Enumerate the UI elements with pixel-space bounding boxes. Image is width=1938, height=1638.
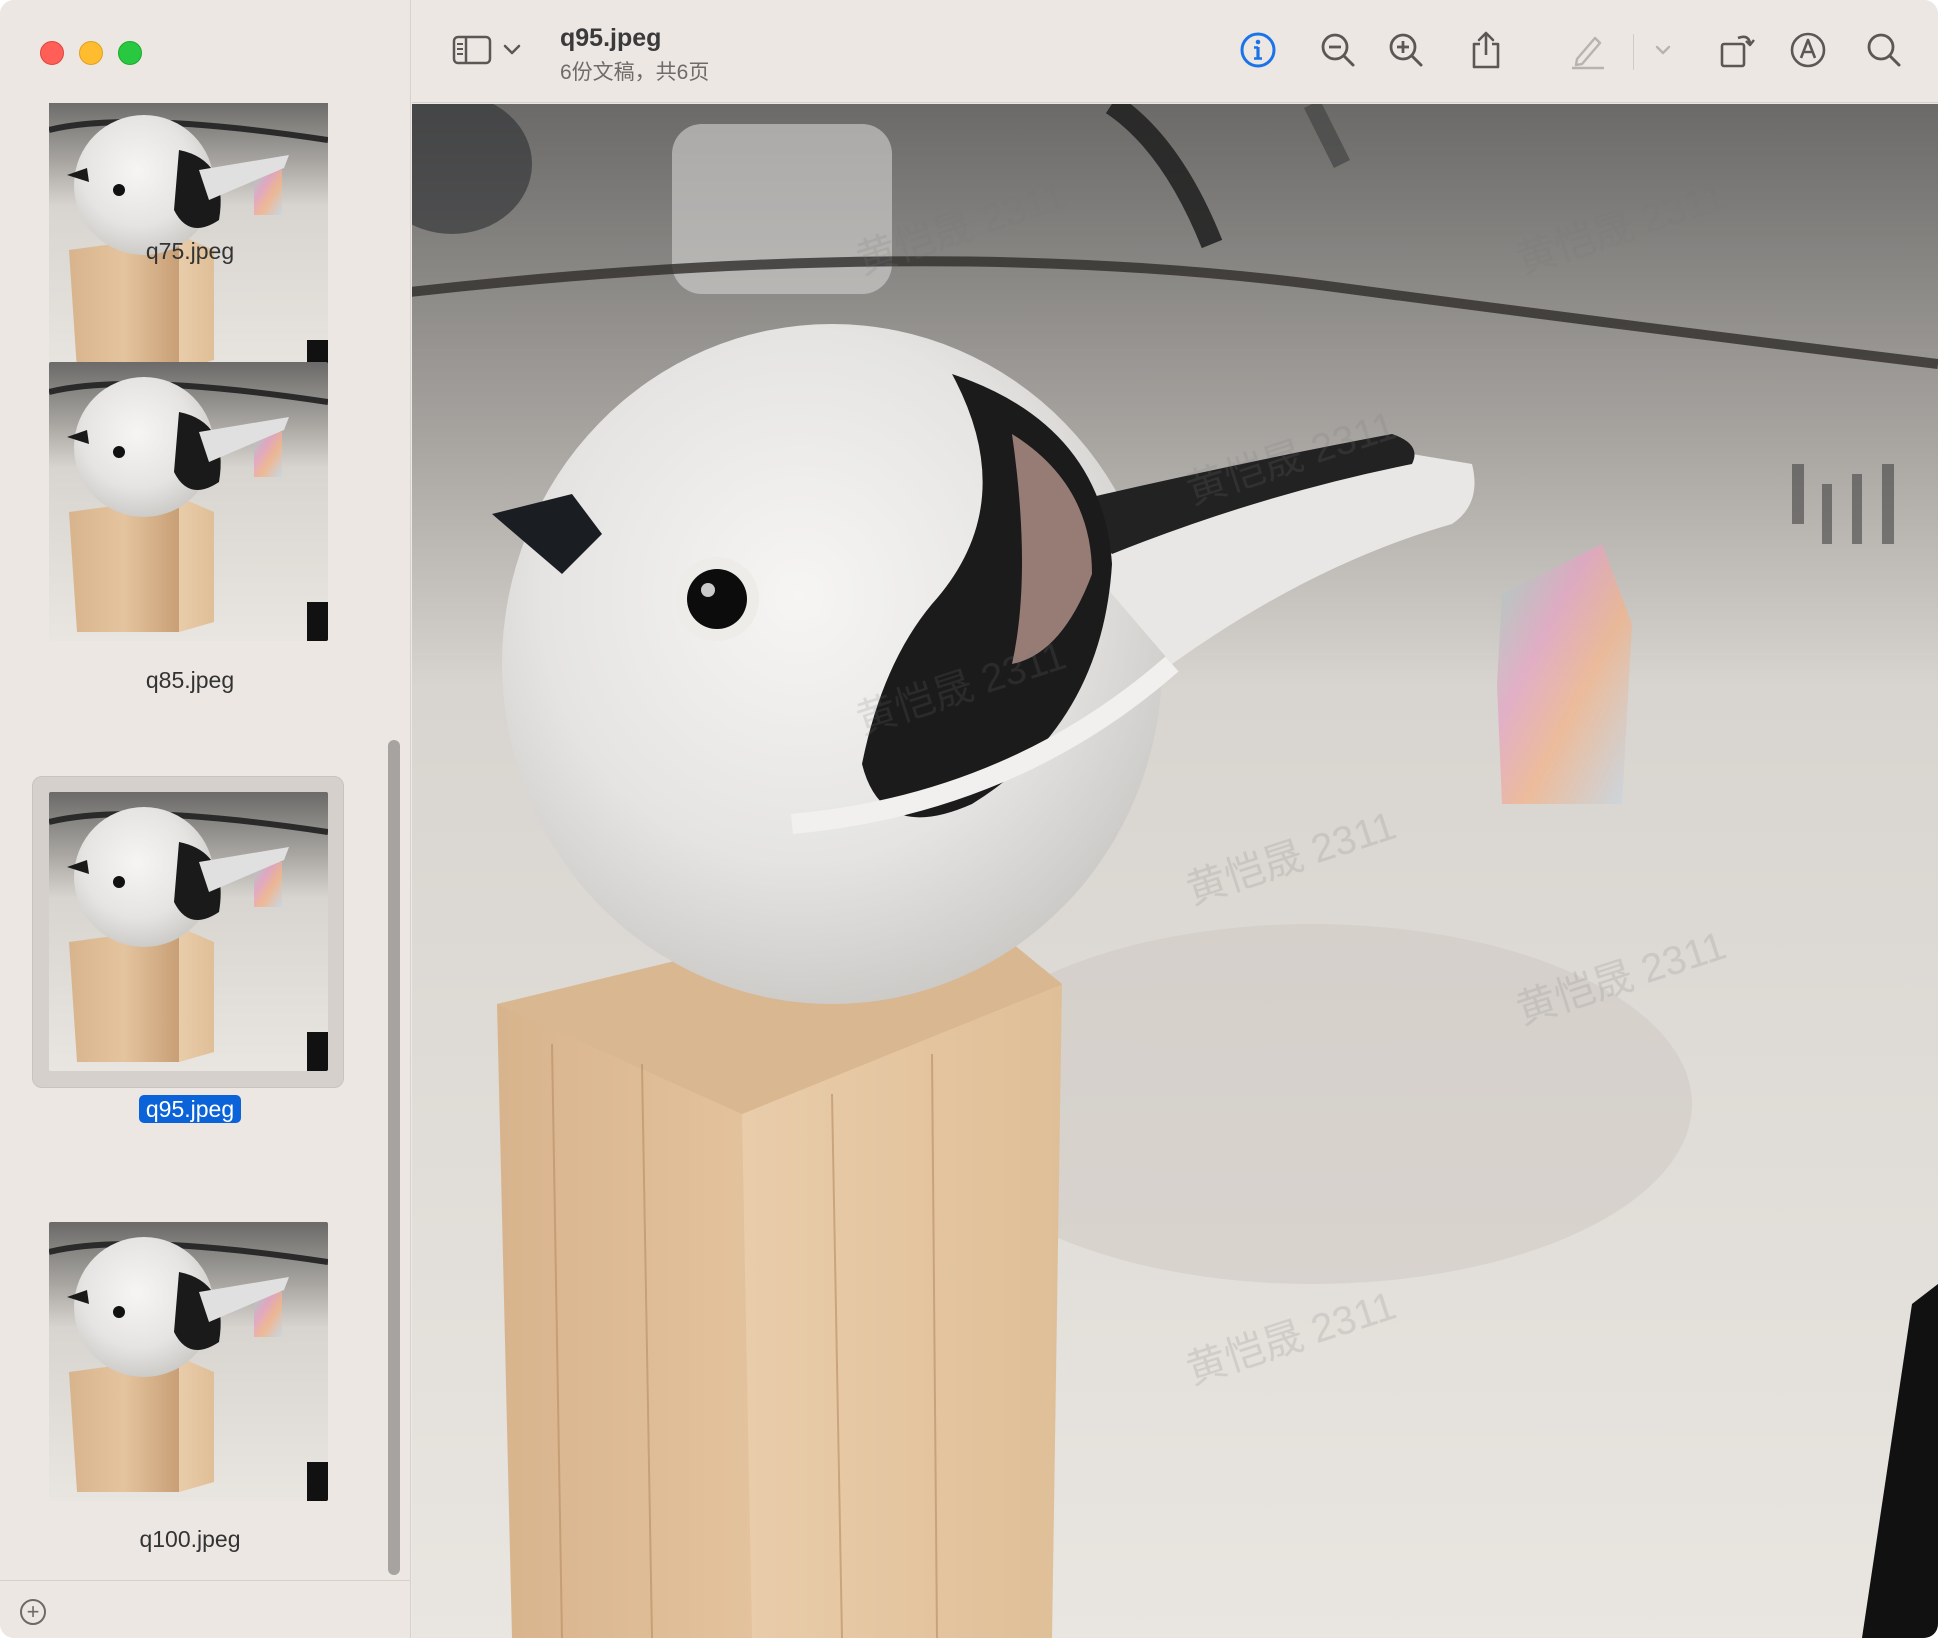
zoom-in-button[interactable] [1386,30,1426,70]
image-viewer[interactable]: 黄恺晟 2311 黄恺晟 2311 黄恺晟 2311 黄恺晟 2311 黄恺晟 … [412,104,1938,1638]
plus-icon: + [26,1599,40,1624]
sidebar-scrollbar[interactable] [388,740,400,1575]
window-controls [40,41,142,65]
zoom-out-icon [1321,33,1355,67]
toolbar: q95.jpeg 6份文稿，共6页 [412,0,1938,103]
preview-window: q75.jpeg q85.jpeg q95.jpeg q100.jpeg + q… [0,0,1938,1638]
document-title: q95.jpeg [560,24,662,52]
search-button[interactable] [1864,30,1904,70]
thumbnail-image[interactable] [49,792,328,1071]
markup-menu-button[interactable] [1648,30,1678,70]
markup-pen-icon [1572,36,1604,70]
share-icon [1472,31,1500,69]
document-subtitle: 6份文稿，共6页 [560,61,710,84]
annotate-icon [1790,32,1826,68]
zoom-out-button[interactable] [1318,30,1358,70]
zoom-in-icon [1389,33,1423,67]
sidebar-toggle-icon [452,35,492,65]
view-menu-button[interactable] [498,30,526,70]
zoom-window-button[interactable] [118,41,142,65]
thumbnail-label: q85.jpeg [145,667,235,693]
annotate-button[interactable] [1788,30,1828,70]
thumbnail-label: q95.jpeg [0,1093,380,1125]
thumbnail-image[interactable] [49,1222,328,1501]
rotate-button[interactable] [1718,30,1758,70]
markup-button[interactable] [1568,30,1608,70]
info-icon [1240,32,1276,68]
main-photo: 黄恺晟 2311 黄恺晟 2311 黄恺晟 2311 黄恺晟 2311 黄恺晟 … [412,104,1938,1638]
thumbnail-label: q75.jpeg [145,238,235,264]
rotate-icon [1720,35,1755,68]
add-page-button[interactable]: + [20,1599,46,1625]
search-icon [1867,33,1901,67]
thumbnail-image[interactable] [49,362,328,641]
chevron-down-icon [1655,45,1671,55]
sidebar-footer: + [0,1580,411,1638]
chevron-down-icon [503,44,521,55]
sidebar-toggle-button[interactable] [452,30,492,70]
share-button[interactable] [1466,30,1506,70]
minimize-window-button[interactable] [79,41,103,65]
close-window-button[interactable] [40,41,64,65]
thumbnail-label: q100.jpeg [139,1526,241,1552]
toolbar-separator [1633,34,1634,70]
info-button[interactable] [1238,30,1278,70]
thumbnail-list[interactable]: q75.jpeg q85.jpeg q95.jpeg q100.jpeg [0,103,411,1578]
thumbnail-sidebar: q75.jpeg q85.jpeg q95.jpeg q100.jpeg + [0,0,411,1638]
